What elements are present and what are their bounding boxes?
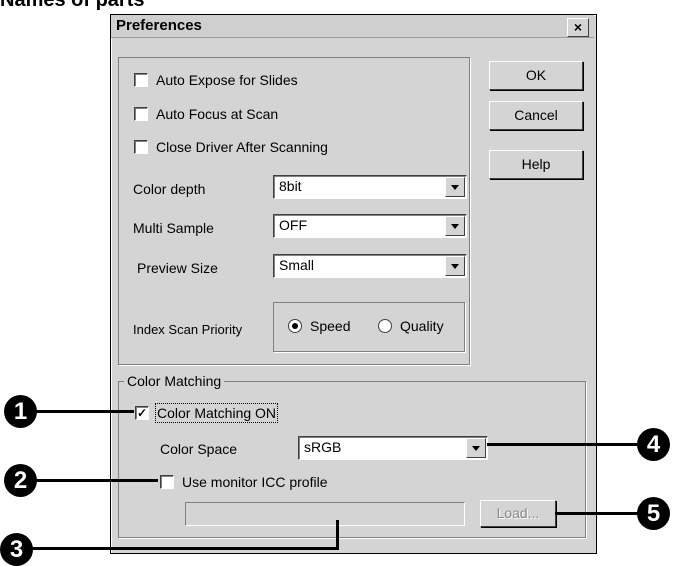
close-button[interactable]: × — [567, 18, 589, 37]
color-matching-on-option[interactable]: ✓ Color Matching ON — [135, 403, 279, 423]
callout-3: 3 — [0, 533, 33, 566]
chevron-down-icon[interactable] — [445, 177, 465, 197]
close-driver-checkbox[interactable] — [134, 140, 148, 154]
speed-label: Speed — [310, 318, 351, 334]
color-space-label: Color Space — [160, 441, 238, 457]
auto-expose-option[interactable]: Auto Expose for Slides — [134, 72, 298, 88]
auto-focus-option[interactable]: Auto Focus at Scan — [134, 106, 278, 122]
close-driver-label: Close Driver After Scanning — [156, 139, 328, 155]
quality-option[interactable]: Quality — [378, 318, 444, 334]
multi-sample-value: OFF — [279, 217, 307, 233]
monitor-icc-label: Use monitor ICC profile — [182, 474, 328, 490]
callout-1: 1 — [4, 395, 37, 428]
page-heading: Names of parts — [0, 0, 145, 11]
color-depth-value: 8bit — [279, 178, 302, 194]
quality-radio[interactable] — [378, 319, 392, 333]
monitor-icc-option[interactable]: Use monitor ICC profile — [160, 474, 328, 490]
monitor-icc-checkbox[interactable] — [160, 475, 174, 489]
quality-label: Quality — [400, 318, 444, 334]
callout-5: 5 — [637, 497, 670, 530]
preview-size-value: Small — [279, 257, 315, 273]
close-icon: × — [573, 19, 583, 35]
preview-size-label: Preview Size — [137, 260, 218, 276]
preview-size-select[interactable]: Small — [273, 254, 467, 278]
load-button[interactable]: Load... — [480, 500, 556, 527]
index-scan-label: Index Scan Priority — [133, 322, 243, 337]
chevron-down-icon[interactable] — [445, 256, 465, 276]
profile-path-field[interactable] — [185, 502, 465, 526]
speed-radio[interactable] — [288, 319, 302, 333]
chevron-down-icon[interactable] — [466, 438, 486, 458]
callout-3-leader-vertical — [336, 520, 339, 550]
close-driver-option[interactable]: Close Driver After Scanning — [134, 139, 328, 155]
callout-3-leader — [30, 547, 338, 550]
auto-focus-label: Auto Focus at Scan — [156, 106, 279, 122]
color-depth-label: Color depth — [133, 181, 206, 197]
ok-button[interactable]: OK — [489, 61, 583, 90]
cancel-button[interactable]: Cancel — [489, 101, 583, 130]
color-space-select[interactable]: sRGB — [298, 436, 488, 460]
color-space-value: sRGB — [304, 439, 342, 455]
auto-expose-label: Auto Expose for Slides — [156, 72, 298, 88]
callout-4: 4 — [637, 428, 670, 461]
color-matching-group-label: Color Matching — [124, 373, 225, 389]
color-matching-on-checkbox[interactable]: ✓ — [135, 406, 149, 420]
callout-4-leader — [487, 443, 640, 446]
speed-option[interactable]: Speed — [288, 318, 350, 334]
multi-sample-label: Multi Sample — [133, 220, 214, 236]
color-matching-on-label: Color Matching ON — [154, 403, 279, 423]
multi-sample-select[interactable]: OFF — [273, 214, 467, 238]
color-depth-select[interactable]: 8bit — [273, 175, 467, 199]
help-button[interactable]: Help — [489, 150, 583, 179]
chevron-down-icon[interactable] — [445, 216, 465, 236]
dialog-title: Preferences — [116, 17, 202, 34]
auto-expose-checkbox[interactable] — [134, 73, 148, 87]
callout-5-leader — [555, 512, 641, 515]
callout-2: 2 — [4, 464, 37, 497]
callout-1-leader — [36, 410, 134, 413]
callout-2-leader — [36, 479, 158, 482]
auto-focus-checkbox[interactable] — [134, 107, 148, 121]
